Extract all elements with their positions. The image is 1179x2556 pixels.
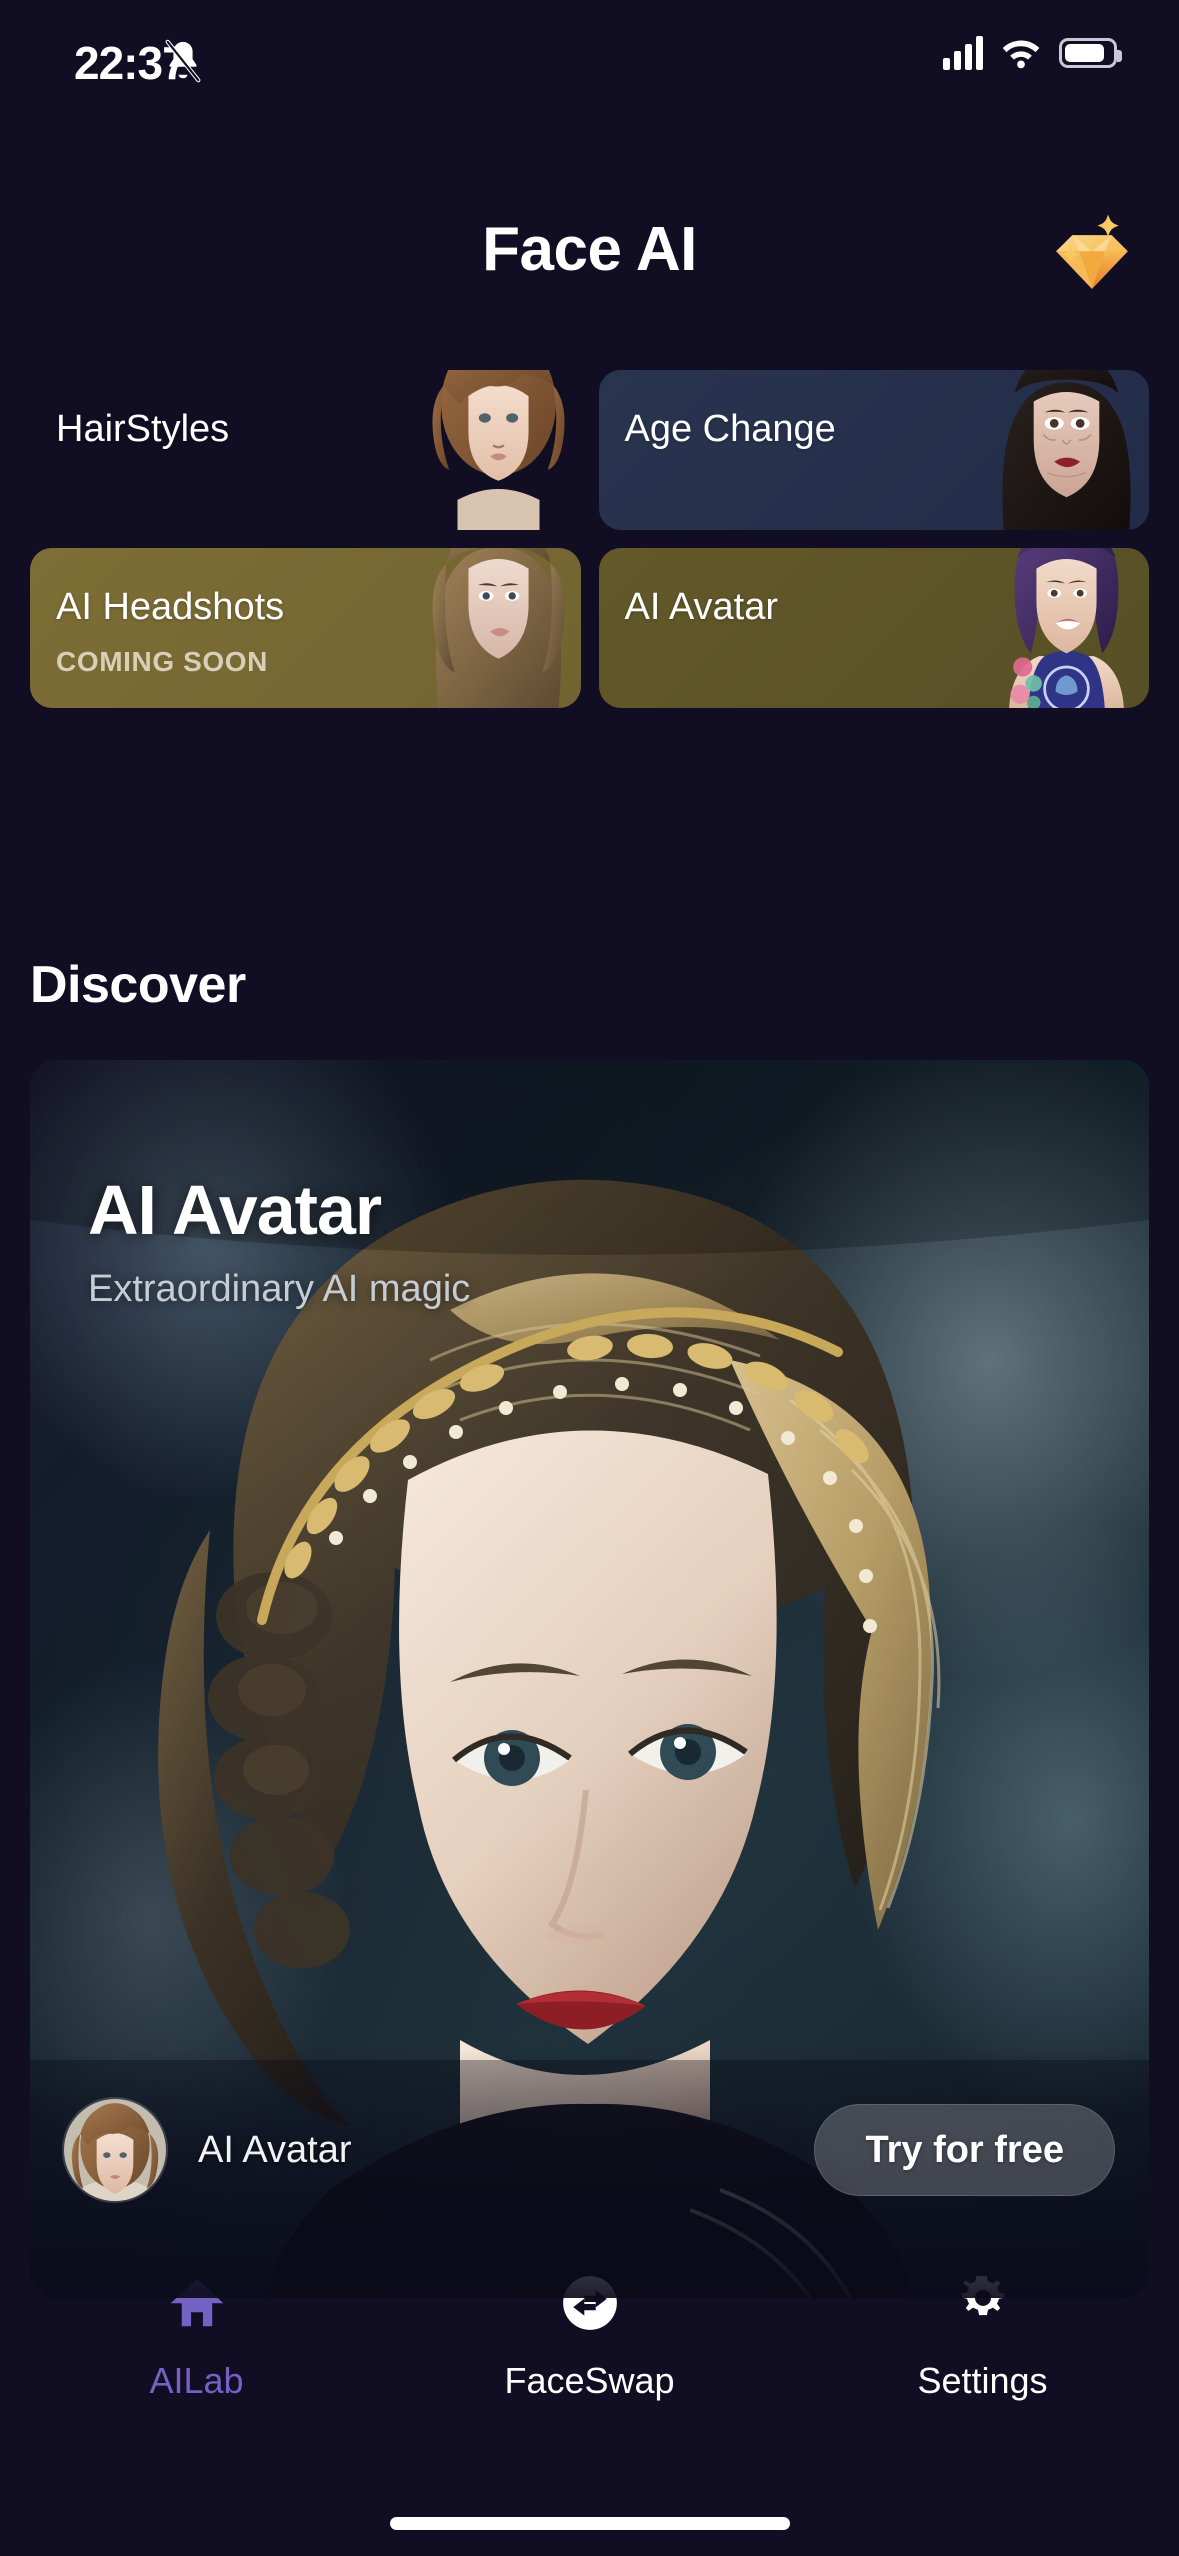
- feature-card-art-age-change: [999, 370, 1149, 530]
- bell-muted-icon: [165, 39, 201, 83]
- home-indicator: [389, 2517, 790, 2530]
- cellular-signal-icon: [943, 36, 983, 70]
- page-title: Face AI: [482, 215, 697, 284]
- status-bar-indicators: [943, 36, 1122, 70]
- feature-card-ai-avatar[interactable]: AI Avatar: [598, 548, 1149, 708]
- feature-card-art-ai-avatar: [999, 548, 1149, 708]
- feature-card-label: Age Change: [624, 408, 836, 450]
- nav-label-ailab: AILab: [149, 2360, 244, 2401]
- feature-card-label: HairStyles: [56, 408, 230, 450]
- battery-icon: [1059, 38, 1122, 68]
- discover-card-subtitle: Extraordinary AI magic: [88, 1268, 471, 1310]
- feature-card-label: AI Headshots: [56, 586, 285, 628]
- wifi-icon: [1002, 40, 1040, 69]
- feature-card-art-ai-headshots: [431, 548, 581, 708]
- avatar[interactable]: [64, 2099, 166, 2201]
- feature-card-ai-headshots[interactable]: AI Headshots COMING SOON: [30, 548, 581, 708]
- discover-card[interactable]: AI Avatar Extraordinary AI magic AI Avat…: [30, 1060, 1149, 2298]
- feature-card-age-change[interactable]: Age Change: [598, 370, 1149, 530]
- feature-card-label: AI Avatar: [624, 586, 779, 628]
- try-for-free-button[interactable]: Try for free: [814, 2104, 1115, 2196]
- status-bar: 22:37: [0, 0, 1179, 150]
- nav-label-faceswap: FaceSwap: [504, 2360, 675, 2401]
- coming-soon-badge: COMING SOON: [56, 646, 268, 677]
- discover-card-footer: AI Avatar Try for free: [30, 2048, 1149, 2298]
- nav-label-settings: Settings: [917, 2360, 1048, 2401]
- discover-heading: Discover: [30, 956, 246, 1014]
- discover-avatar-label: AI Avatar: [198, 2128, 352, 2171]
- discover-card-title: AI Avatar: [88, 1171, 382, 1249]
- feature-card-art-hairstyles: [431, 370, 581, 530]
- feature-card-hairstyles[interactable]: HairStyles: [30, 370, 581, 530]
- diamond-gem-icon: [1056, 214, 1128, 289]
- feature-grid: HairStyles Age Change AI Headshots COMIN…: [30, 370, 1149, 708]
- app-header: Face AI: [0, 196, 1179, 326]
- premium-button[interactable]: [1047, 208, 1137, 298]
